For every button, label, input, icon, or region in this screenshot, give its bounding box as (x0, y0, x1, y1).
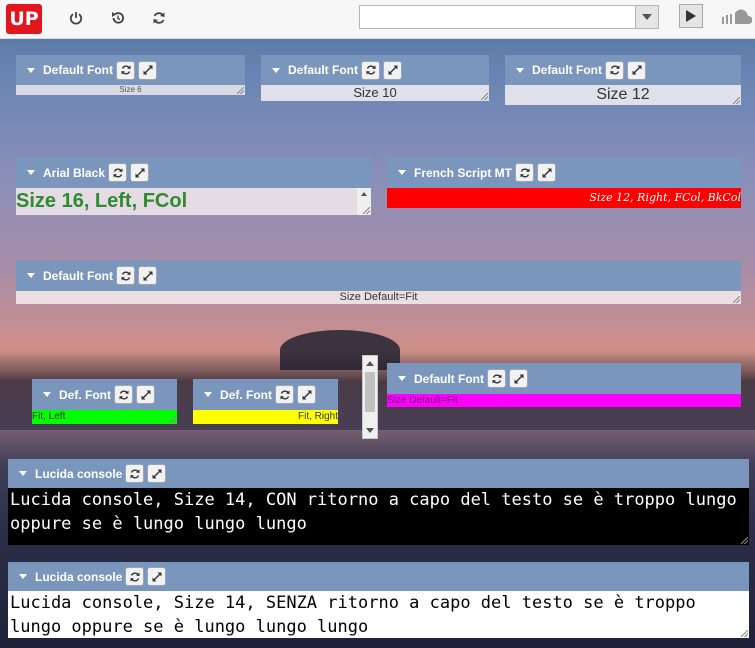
resize-handle[interactable] (237, 87, 244, 94)
widget-text: Size 12 (505, 85, 741, 105)
refresh-icon[interactable] (114, 385, 133, 404)
refresh-icon[interactable] (515, 163, 535, 182)
widget-header[interactable]: Arial Black (16, 157, 371, 188)
collapse-icon[interactable] (398, 170, 406, 175)
widget-text: Fit, Right (193, 410, 338, 424)
widget-6: Default Font Size Default=Fit (16, 260, 741, 304)
resize-handle[interactable] (169, 416, 176, 423)
widget-header[interactable]: French Script MT (387, 157, 741, 188)
cloud-icon[interactable] (720, 9, 753, 30)
widget-7: Def. Font Fit, Left (32, 379, 177, 424)
refresh-icon[interactable] (116, 266, 135, 285)
resize-handle[interactable] (481, 93, 488, 100)
expand-icon[interactable] (297, 385, 316, 404)
expand-icon[interactable] (138, 60, 157, 80)
expand-icon[interactable] (136, 385, 155, 404)
widget-text: Size 16, Left, FCol (16, 188, 371, 215)
collapse-icon[interactable] (43, 392, 51, 397)
widget-4: Arial Black Size 16, Left, FCol (16, 157, 371, 215)
widget-header[interactable]: Lucida console (8, 562, 749, 591)
widget-header[interactable]: Lucida console (8, 459, 749, 488)
widget-title: Def. Font (220, 387, 272, 402)
widget-10: Lucida console Lucida console, Size 14, … (8, 459, 749, 545)
widget-1: Default Font Size 6 (16, 55, 245, 95)
play-button[interactable] (679, 4, 703, 28)
widget-header[interactable]: Default Font (16, 260, 741, 291)
scroll-down-icon[interactable] (366, 428, 374, 433)
top-toolbar: UP (0, 0, 755, 39)
widget-text: Lucida console, Size 14, SENZA ritorno a… (8, 591, 749, 638)
collapse-icon[interactable] (27, 67, 35, 73)
resize-handle[interactable] (733, 97, 740, 104)
expand-icon[interactable] (130, 163, 150, 182)
widget-header[interactable]: Default Font (505, 55, 741, 85)
refresh-icon[interactable] (116, 60, 135, 80)
scroll-up-icon[interactable] (366, 361, 374, 366)
widget-text: Lucida console, Size 14, CON ritorno a c… (8, 488, 749, 545)
resize-handle[interactable] (733, 296, 740, 303)
widget-header[interactable]: Default Font (16, 55, 245, 85)
power-icon[interactable] (66, 8, 86, 28)
collapse-icon[interactable] (398, 376, 406, 381)
collapse-icon[interactable] (272, 67, 280, 73)
refresh-icon[interactable] (275, 385, 294, 404)
widget-title: Default Font (43, 268, 113, 283)
refresh-icon[interactable] (487, 369, 506, 388)
resize-handle[interactable] (363, 207, 370, 214)
widget-title: Def. Font (59, 387, 111, 402)
widget-title: French Script MT (414, 165, 513, 180)
collapse-icon[interactable] (27, 273, 35, 278)
expand-icon[interactable] (627, 60, 646, 80)
refresh-icon[interactable] (605, 60, 624, 80)
widget-title: Default Font (414, 371, 484, 386)
expand-icon[interactable] (383, 60, 402, 80)
refresh-icon[interactable] (361, 60, 380, 80)
app-logo: UP (6, 4, 42, 34)
widget-header[interactable]: Default Font (261, 55, 489, 85)
collapse-icon[interactable] (516, 67, 524, 73)
expand-icon[interactable] (509, 369, 528, 388)
widget-5: French Script MT Size 12, Right, FCol, B… (387, 157, 741, 208)
history-icon[interactable] (108, 8, 128, 28)
widget-text: Size Default=Fit (387, 394, 741, 407)
widget-11: Lucida console Lucida console, Size 14, … (8, 562, 749, 638)
refresh-icon[interactable] (149, 8, 169, 28)
widget-3: Default Font Size 12 (505, 55, 741, 105)
widget-header[interactable]: Default Font (387, 363, 741, 394)
vertical-scrollbar[interactable] (362, 355, 378, 439)
refresh-icon[interactable] (108, 163, 128, 182)
widget-text: Size 6 (16, 85, 245, 95)
widget-text: Size 12, Right, FCol, BkCol (387, 188, 741, 208)
expand-icon[interactable] (147, 464, 167, 483)
widget-title: Default Font (43, 63, 113, 77)
expand-icon[interactable] (537, 163, 557, 182)
widget-8: Def. Font Fit, Right (193, 379, 338, 424)
collapse-icon[interactable] (19, 471, 27, 476)
widget-title: Lucida console (35, 569, 123, 584)
scroll-thumb[interactable] (365, 372, 375, 412)
widget-2: Default Font Size 10 (261, 55, 489, 101)
page-select[interactable] (359, 5, 659, 29)
refresh-icon[interactable] (125, 567, 145, 586)
chevron-down-icon[interactable] (635, 6, 658, 28)
expand-icon[interactable] (147, 567, 167, 586)
widget-text: Size 10 (261, 85, 489, 101)
widget-9: Default Font Size Default=Fit (387, 363, 741, 407)
expand-icon[interactable] (138, 266, 157, 285)
widget-title: Default Font (532, 63, 602, 77)
collapse-icon[interactable] (204, 392, 212, 397)
widget-title: Default Font (288, 63, 358, 77)
collapse-icon[interactable] (19, 574, 27, 579)
refresh-icon[interactable] (125, 464, 145, 483)
resize-handle[interactable] (741, 630, 748, 637)
widget-header[interactable]: Def. Font (193, 379, 338, 410)
widget-title: Arial Black (43, 165, 106, 180)
play-icon (686, 10, 696, 22)
widget-text: Size Default=Fit (16, 291, 741, 304)
widget-text: Fit, Left (32, 410, 177, 424)
widget-header[interactable]: Def. Font (32, 379, 177, 410)
widget-title: Lucida console (35, 466, 123, 481)
resize-handle[interactable] (741, 537, 748, 544)
collapse-icon[interactable] (27, 170, 35, 175)
